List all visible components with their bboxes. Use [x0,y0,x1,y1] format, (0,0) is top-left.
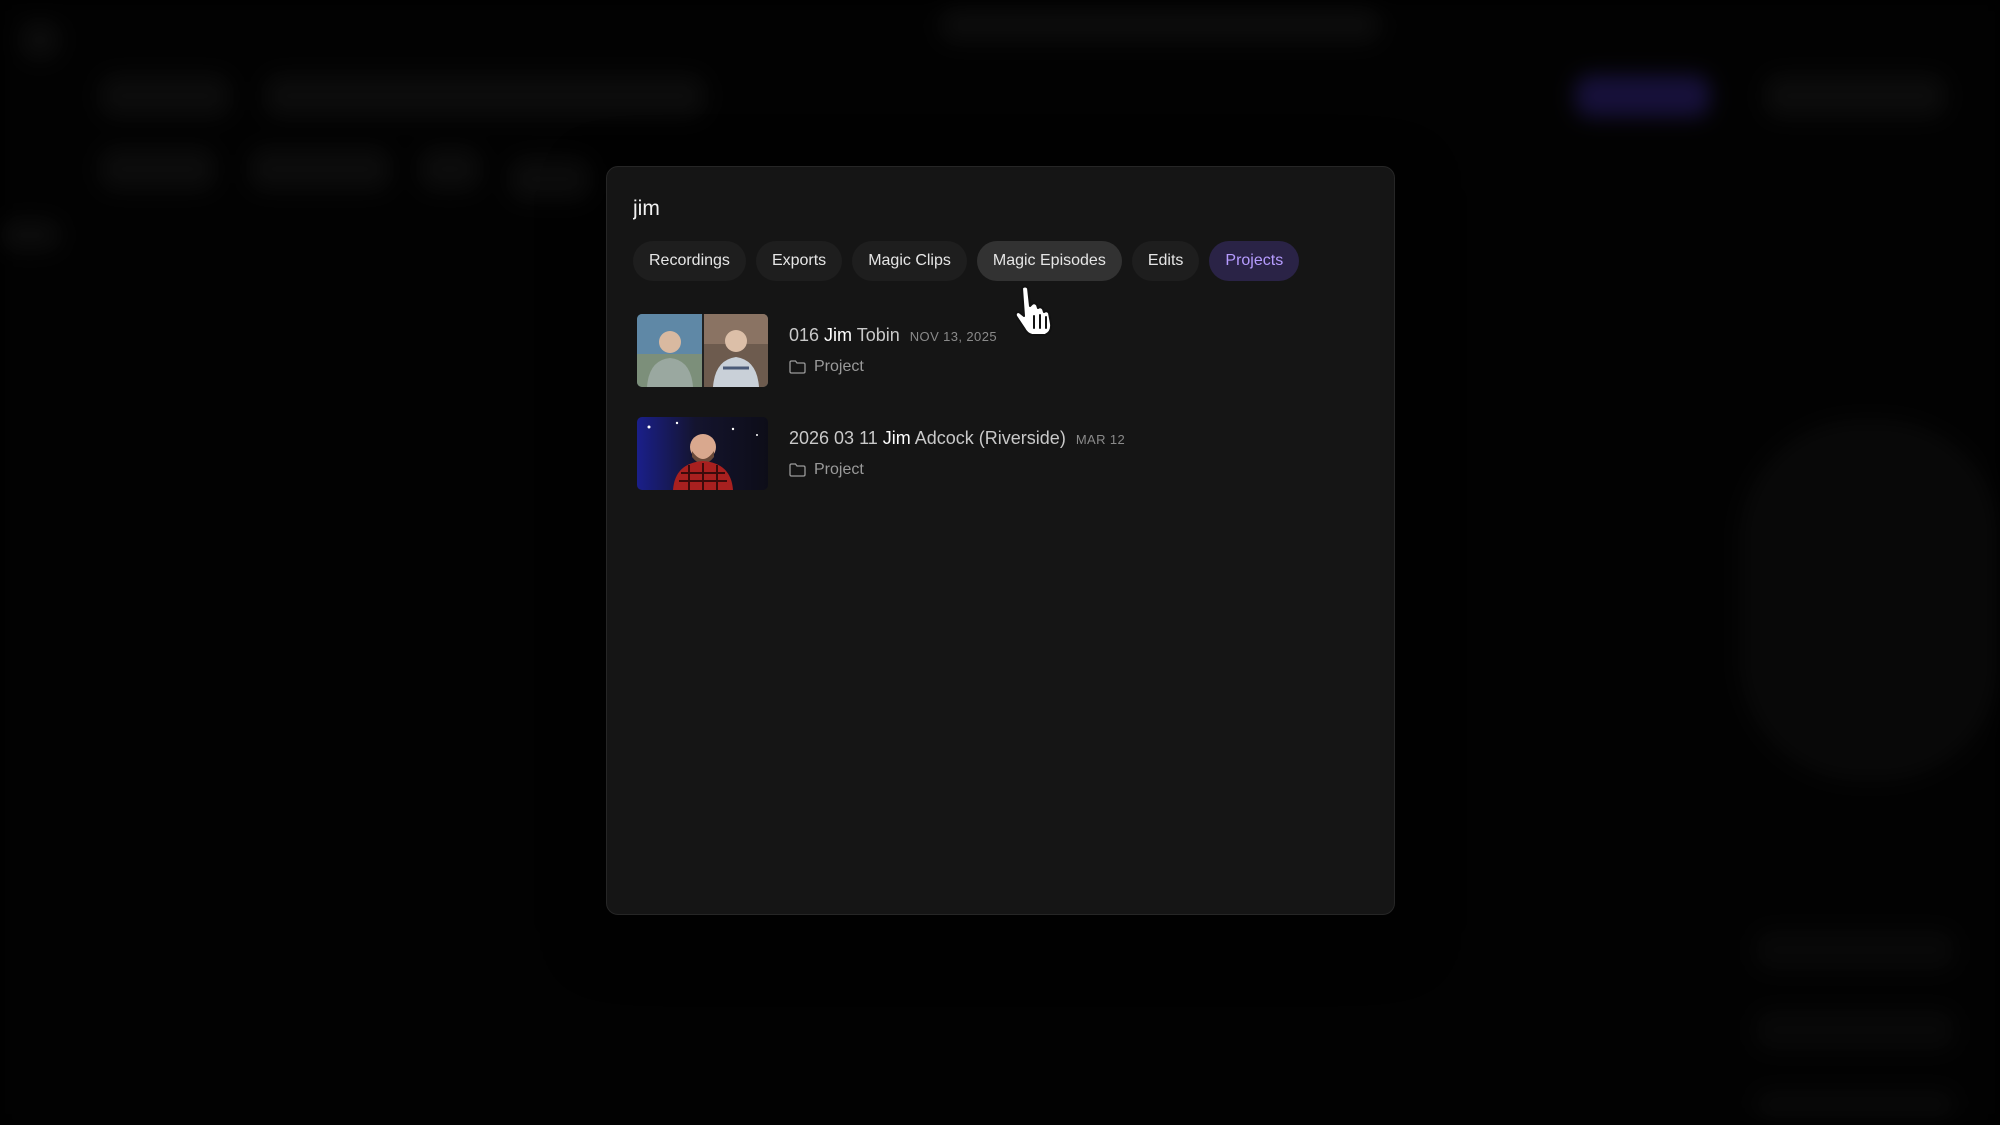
result-title: 016 Jim Tobin [789,324,900,345]
tab-recordings[interactable]: Recordings [633,241,746,281]
result-date: MAR 12 [1075,431,1126,447]
folder-icon [789,462,806,477]
folder-icon [789,359,806,374]
result-item[interactable]: 2026 03 11 Jim Adcock (Riverside) MAR 12… [637,415,1377,491]
search-results: 016 Jim Tobin NOV 13, 2025 Project 2026 … [637,312,1377,518]
tab-magic-clips[interactable]: Magic Clips [852,241,967,281]
tab-exports[interactable]: Exports [755,241,843,281]
tab-projects[interactable]: Projects [1209,241,1300,281]
result-thumbnail [637,313,768,387]
result-type: Project [814,460,864,478]
filter-tabs: Recordings Exports Magic Clips Magic Epi… [633,241,1300,281]
result-type: Project [814,357,864,375]
result-date: NOV 13, 2025 [909,328,997,344]
title-match-highlight: Jim [882,427,911,448]
title-match-highlight: Jim [824,324,853,345]
hand-pointer-cursor-icon [1014,285,1053,336]
result-thumbnail [637,416,768,490]
result-title: 2026 03 11 Jim Adcock (Riverside) [789,427,1066,448]
tab-edits[interactable]: Edits [1131,241,1200,281]
result-item[interactable]: 016 Jim Tobin NOV 13, 2025 Project [637,312,1377,388]
tab-magic-episodes[interactable]: Magic Episodes [976,241,1122,281]
search-modal: Recordings Exports Magic Clips Magic Epi… [606,166,1395,915]
search-input[interactable] [633,189,1353,229]
